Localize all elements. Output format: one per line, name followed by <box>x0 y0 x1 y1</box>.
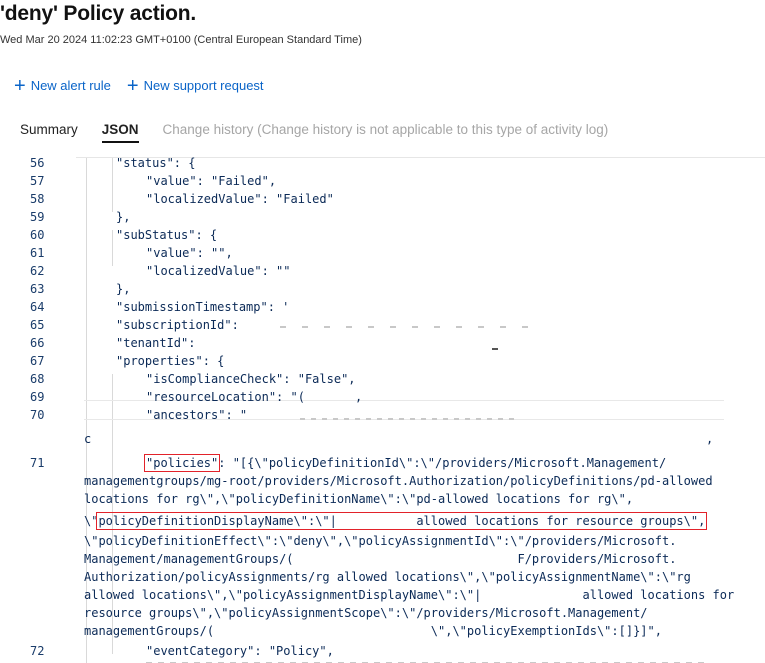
code-line: "tenantId": <box>116 336 196 350</box>
line-number: 56 <box>30 156 45 170</box>
code-line: "status": { <box>116 156 196 170</box>
line-number: 62 <box>30 264 45 278</box>
new-support-request-button[interactable]: + New support request <box>126 74 264 97</box>
code-line: Authorization/policyAssignments/rg allow… <box>84 570 691 584</box>
new-alert-rule-button[interactable]: + New alert rule <box>14 74 111 97</box>
redaction-mark <box>280 326 540 328</box>
tab-summary[interactable]: Summary <box>20 122 78 137</box>
tab-bar: Summary JSON Change history (Change hist… <box>20 122 609 143</box>
code-line: allowed locations\",\"policyAssignmentDi… <box>84 588 735 602</box>
redaction-mark <box>300 418 520 420</box>
code-line: "subStatus": { <box>116 228 218 242</box>
code-line: }, <box>116 210 131 224</box>
line-number: 70 <box>30 408 45 422</box>
code-line: managementGroups/( \",\"policyExemptionI… <box>84 624 662 638</box>
code-text: : "[{\"policyDefinitionId\":\"/providers… <box>218 456 667 470</box>
new-alert-rule-label: New alert rule <box>30 78 111 93</box>
line-number: 64 <box>30 300 45 314</box>
code-text: \" <box>84 514 99 528</box>
code-line: Management/managementGroups/( F/provider… <box>84 552 677 566</box>
code-line: c <box>84 432 92 446</box>
line-number: 67 <box>30 354 45 368</box>
code-line: managementgroups/mg-root/providers/Micro… <box>84 474 713 488</box>
line-number: 63 <box>30 282 45 296</box>
line-number: 61 <box>30 246 45 260</box>
new-support-request-label: New support request <box>143 78 264 93</box>
plus-icon: + <box>126 74 139 97</box>
command-bar: + New alert rule + New support request <box>14 74 264 97</box>
code-line: \"policyDefinitionDisplayName\":\"| allo… <box>84 512 708 530</box>
code-line: \"policyDefinitionEffect\":\"deny\",\"po… <box>84 534 677 548</box>
code-line: locations for rg\",\"policyDefinitionNam… <box>84 492 634 506</box>
code-line: "policies": "[{\"policyDefinitionId\":\"… <box>143 454 667 472</box>
line-number: 59 <box>30 210 45 224</box>
code-line: "submissionTimestamp": ' <box>116 300 290 314</box>
code-line: "eventCategory": "Policy", <box>146 644 334 658</box>
indent-guide <box>112 158 113 212</box>
tab-json[interactable]: JSON <box>101 122 139 143</box>
code-fragment: , <box>355 390 363 404</box>
code-line: "localizedValue": "Failed" <box>146 192 334 206</box>
line-number: 65 <box>30 318 45 332</box>
line-number: 57 <box>30 174 45 188</box>
code-line: "localizedValue": "" <box>146 264 291 278</box>
line-number: 69 <box>30 390 45 404</box>
code-line: "value": "", <box>146 246 233 260</box>
code-line: "ancestors": " <box>146 408 248 422</box>
code-line: }, <box>116 282 131 296</box>
json-editor[interactable]: 56 "status": { 57 "value": "Failed", 58 … <box>0 156 765 663</box>
code-line: resource groups\",\"policyAssignmentScop… <box>84 606 648 620</box>
event-timestamp: Wed Mar 20 2024 11:02:23 GMT+0100 (Centr… <box>0 34 362 46</box>
code-line: "value": "Failed", <box>146 174 277 188</box>
code-line: "resourceLocation": "( <box>146 390 305 404</box>
redaction-mark <box>492 348 498 350</box>
code-line: "properties": { <box>116 354 225 368</box>
code-line: "isComplianceCheck": "False", <box>146 372 356 386</box>
tab-change-history: Change history (Change history is not ap… <box>162 122 609 137</box>
policies-key-highlight: "policies" <box>143 454 221 472</box>
line-number: 66 <box>30 336 45 350</box>
line-number: 71 <box>30 456 45 470</box>
plus-icon: + <box>14 74 26 97</box>
indent-guide <box>112 230 113 266</box>
code-line: "subscriptionId": <box>116 318 239 332</box>
line-number: 60 <box>30 228 45 242</box>
line-number: 68 <box>30 372 45 386</box>
page-title: 'deny' Policy action. <box>0 2 197 25</box>
display-name-highlight: policyDefinitionDisplayName\":\"| allowe… <box>96 512 708 530</box>
code-fragment: , <box>706 432 714 446</box>
line-number: 58 <box>30 192 45 206</box>
line-number: 72 <box>30 644 45 658</box>
